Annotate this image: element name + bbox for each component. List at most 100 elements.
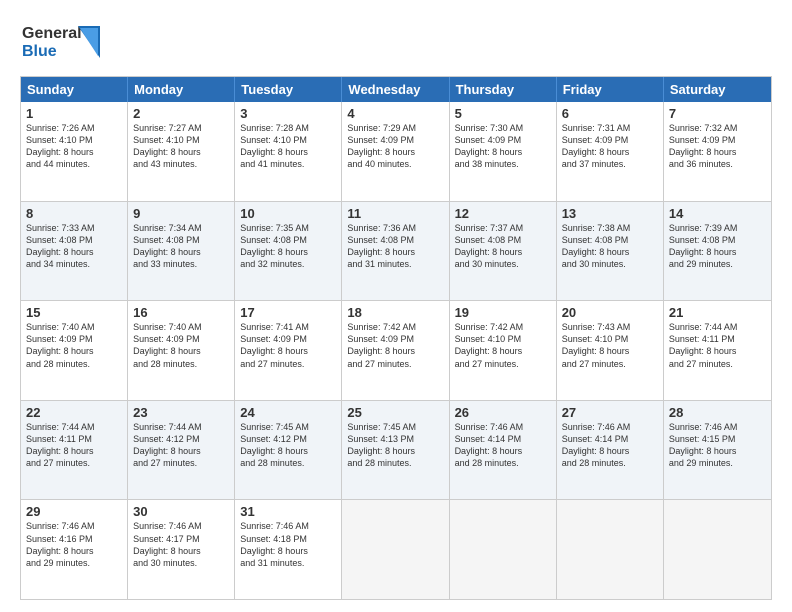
svg-text:Blue: Blue: [22, 43, 57, 60]
day-cell-2: 2Sunrise: 7:27 AM Sunset: 4:10 PM Daylig…: [128, 102, 235, 201]
day-cell-24: 24Sunrise: 7:45 AM Sunset: 4:12 PM Dayli…: [235, 401, 342, 500]
day-cell-11: 11Sunrise: 7:36 AM Sunset: 4:08 PM Dayli…: [342, 202, 449, 301]
day-info: Sunrise: 7:46 AM Sunset: 4:16 PM Dayligh…: [26, 520, 122, 569]
day-number: 27: [562, 405, 658, 420]
day-info: Sunrise: 7:46 AM Sunset: 4:15 PM Dayligh…: [669, 421, 766, 470]
day-number: 14: [669, 206, 766, 221]
day-cell-15: 15Sunrise: 7:40 AM Sunset: 4:09 PM Dayli…: [21, 301, 128, 400]
day-number: 22: [26, 405, 122, 420]
day-number: 3: [240, 106, 336, 121]
day-info: Sunrise: 7:37 AM Sunset: 4:08 PM Dayligh…: [455, 222, 551, 271]
day-header-tuesday: Tuesday: [235, 77, 342, 102]
day-cell-17: 17Sunrise: 7:41 AM Sunset: 4:09 PM Dayli…: [235, 301, 342, 400]
day-number: 7: [669, 106, 766, 121]
day-number: 31: [240, 504, 336, 519]
day-info: Sunrise: 7:44 AM Sunset: 4:11 PM Dayligh…: [669, 321, 766, 370]
day-number: 23: [133, 405, 229, 420]
day-info: Sunrise: 7:32 AM Sunset: 4:09 PM Dayligh…: [669, 122, 766, 171]
day-cell-19: 19Sunrise: 7:42 AM Sunset: 4:10 PM Dayli…: [450, 301, 557, 400]
day-info: Sunrise: 7:42 AM Sunset: 4:10 PM Dayligh…: [455, 321, 551, 370]
day-header-monday: Monday: [128, 77, 235, 102]
day-number: 11: [347, 206, 443, 221]
day-cell-30: 30Sunrise: 7:46 AM Sunset: 4:17 PM Dayli…: [128, 500, 235, 599]
day-cell-8: 8Sunrise: 7:33 AM Sunset: 4:08 PM Daylig…: [21, 202, 128, 301]
day-info: Sunrise: 7:46 AM Sunset: 4:14 PM Dayligh…: [455, 421, 551, 470]
day-cell-3: 3Sunrise: 7:28 AM Sunset: 4:10 PM Daylig…: [235, 102, 342, 201]
day-cell-29: 29Sunrise: 7:46 AM Sunset: 4:16 PM Dayli…: [21, 500, 128, 599]
day-number: 18: [347, 305, 443, 320]
day-number: 19: [455, 305, 551, 320]
day-number: 29: [26, 504, 122, 519]
day-cell-20: 20Sunrise: 7:43 AM Sunset: 4:10 PM Dayli…: [557, 301, 664, 400]
day-header-friday: Friday: [557, 77, 664, 102]
day-info: Sunrise: 7:36 AM Sunset: 4:08 PM Dayligh…: [347, 222, 443, 271]
day-info: Sunrise: 7:27 AM Sunset: 4:10 PM Dayligh…: [133, 122, 229, 171]
day-cell-14: 14Sunrise: 7:39 AM Sunset: 4:08 PM Dayli…: [664, 202, 771, 301]
day-cell-27: 27Sunrise: 7:46 AM Sunset: 4:14 PM Dayli…: [557, 401, 664, 500]
day-cell-empty: [557, 500, 664, 599]
day-cell-4: 4Sunrise: 7:29 AM Sunset: 4:09 PM Daylig…: [342, 102, 449, 201]
day-info: Sunrise: 7:33 AM Sunset: 4:08 PM Dayligh…: [26, 222, 122, 271]
day-info: Sunrise: 7:45 AM Sunset: 4:13 PM Dayligh…: [347, 421, 443, 470]
day-number: 13: [562, 206, 658, 221]
day-header-wednesday: Wednesday: [342, 77, 449, 102]
day-number: 26: [455, 405, 551, 420]
day-info: Sunrise: 7:38 AM Sunset: 4:08 PM Dayligh…: [562, 222, 658, 271]
day-info: Sunrise: 7:40 AM Sunset: 4:09 PM Dayligh…: [26, 321, 122, 370]
day-number: 4: [347, 106, 443, 121]
day-cell-13: 13Sunrise: 7:38 AM Sunset: 4:08 PM Dayli…: [557, 202, 664, 301]
day-number: 20: [562, 305, 658, 320]
day-cell-6: 6Sunrise: 7:31 AM Sunset: 4:09 PM Daylig…: [557, 102, 664, 201]
day-header-sunday: Sunday: [21, 77, 128, 102]
day-number: 25: [347, 405, 443, 420]
day-number: 5: [455, 106, 551, 121]
day-cell-22: 22Sunrise: 7:44 AM Sunset: 4:11 PM Dayli…: [21, 401, 128, 500]
day-cell-7: 7Sunrise: 7:32 AM Sunset: 4:09 PM Daylig…: [664, 102, 771, 201]
day-number: 17: [240, 305, 336, 320]
day-number: 16: [133, 305, 229, 320]
calendar-header: SundayMondayTuesdayWednesdayThursdayFrid…: [21, 77, 771, 102]
day-cell-16: 16Sunrise: 7:40 AM Sunset: 4:09 PM Dayli…: [128, 301, 235, 400]
day-number: 8: [26, 206, 122, 221]
day-cell-12: 12Sunrise: 7:37 AM Sunset: 4:08 PM Dayli…: [450, 202, 557, 301]
day-number: 10: [240, 206, 336, 221]
day-info: Sunrise: 7:41 AM Sunset: 4:09 PM Dayligh…: [240, 321, 336, 370]
day-number: 30: [133, 504, 229, 519]
svg-text:General: General: [22, 25, 82, 42]
calendar-body: 1Sunrise: 7:26 AM Sunset: 4:10 PM Daylig…: [21, 102, 771, 599]
day-info: Sunrise: 7:35 AM Sunset: 4:08 PM Dayligh…: [240, 222, 336, 271]
day-info: Sunrise: 7:42 AM Sunset: 4:09 PM Dayligh…: [347, 321, 443, 370]
day-cell-26: 26Sunrise: 7:46 AM Sunset: 4:14 PM Dayli…: [450, 401, 557, 500]
calendar-week-2: 8Sunrise: 7:33 AM Sunset: 4:08 PM Daylig…: [21, 201, 771, 301]
calendar-week-3: 15Sunrise: 7:40 AM Sunset: 4:09 PM Dayli…: [21, 300, 771, 400]
calendar-week-1: 1Sunrise: 7:26 AM Sunset: 4:10 PM Daylig…: [21, 102, 771, 201]
day-header-saturday: Saturday: [664, 77, 771, 102]
day-cell-18: 18Sunrise: 7:42 AM Sunset: 4:09 PM Dayli…: [342, 301, 449, 400]
day-cell-5: 5Sunrise: 7:30 AM Sunset: 4:09 PM Daylig…: [450, 102, 557, 201]
day-info: Sunrise: 7:45 AM Sunset: 4:12 PM Dayligh…: [240, 421, 336, 470]
day-info: Sunrise: 7:46 AM Sunset: 4:14 PM Dayligh…: [562, 421, 658, 470]
day-info: Sunrise: 7:44 AM Sunset: 4:11 PM Dayligh…: [26, 421, 122, 470]
day-cell-10: 10Sunrise: 7:35 AM Sunset: 4:08 PM Dayli…: [235, 202, 342, 301]
day-info: Sunrise: 7:26 AM Sunset: 4:10 PM Dayligh…: [26, 122, 122, 171]
logo-svg: General Blue: [20, 16, 110, 66]
day-number: 24: [240, 405, 336, 420]
day-info: Sunrise: 7:30 AM Sunset: 4:09 PM Dayligh…: [455, 122, 551, 171]
day-number: 21: [669, 305, 766, 320]
day-info: Sunrise: 7:40 AM Sunset: 4:09 PM Dayligh…: [133, 321, 229, 370]
day-cell-empty: [342, 500, 449, 599]
day-cell-empty: [664, 500, 771, 599]
page: General Blue SundayMondayTuesdayWednesda…: [0, 0, 792, 612]
day-info: Sunrise: 7:34 AM Sunset: 4:08 PM Dayligh…: [133, 222, 229, 271]
day-number: 9: [133, 206, 229, 221]
day-cell-31: 31Sunrise: 7:46 AM Sunset: 4:18 PM Dayli…: [235, 500, 342, 599]
day-cell-empty: [450, 500, 557, 599]
calendar: SundayMondayTuesdayWednesdayThursdayFrid…: [20, 76, 772, 600]
day-cell-9: 9Sunrise: 7:34 AM Sunset: 4:08 PM Daylig…: [128, 202, 235, 301]
day-info: Sunrise: 7:44 AM Sunset: 4:12 PM Dayligh…: [133, 421, 229, 470]
day-cell-28: 28Sunrise: 7:46 AM Sunset: 4:15 PM Dayli…: [664, 401, 771, 500]
day-number: 28: [669, 405, 766, 420]
day-info: Sunrise: 7:28 AM Sunset: 4:10 PM Dayligh…: [240, 122, 336, 171]
day-header-thursday: Thursday: [450, 77, 557, 102]
day-info: Sunrise: 7:39 AM Sunset: 4:08 PM Dayligh…: [669, 222, 766, 271]
